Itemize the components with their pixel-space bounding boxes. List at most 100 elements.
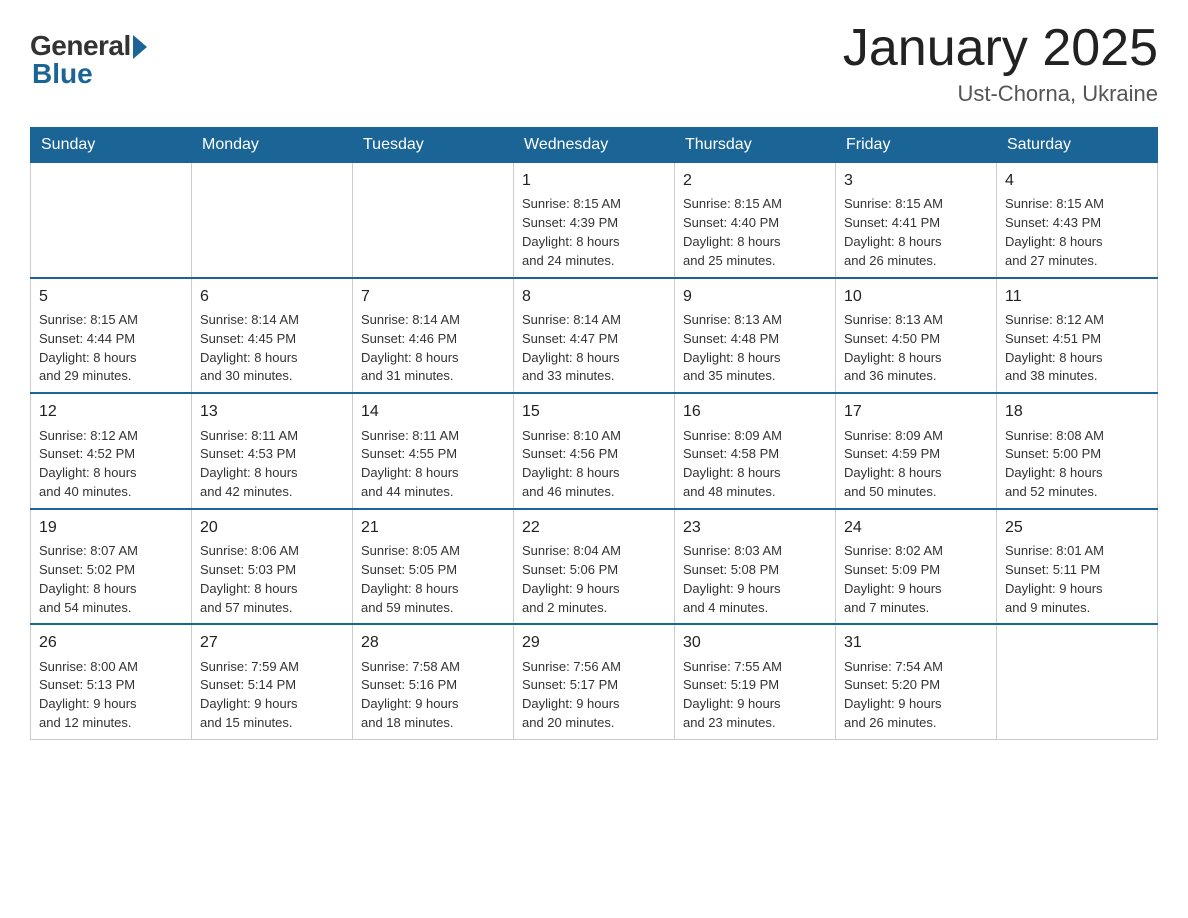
day-number: 24 [844,516,988,539]
day-info: Sunrise: 8:14 AMSunset: 4:47 PMDaylight:… [522,311,666,386]
day-number: 25 [1005,516,1149,539]
calendar-cell: 9 Sunrise: 8:13 AMSunset: 4:48 PMDaylight… [675,278,836,394]
day-number: 2 [683,169,827,192]
weekday-header-tuesday: Tuesday [353,128,514,163]
calendar-cell: 3Sunrise: 8:15 AMSunset: 4:41 PMDaylight… [836,163,997,278]
calendar-cell [353,163,514,278]
weekday-header-wednesday: Wednesday [514,128,675,163]
weekday-header-sunday: Sunday [31,128,192,163]
calendar-cell: 29 Sunrise: 7:56 AMSunset: 5:17 PMDayligh… [514,624,675,739]
day-number: 14 [361,400,505,423]
day-info: Sunrise: 8:12 AMSunset: 4:52 PMDaylight:… [39,427,183,502]
calendar-cell: 4 Sunrise: 8:15 AMSunset: 4:43 PMDaylight… [997,163,1158,278]
day-number: 29 [522,631,666,654]
calendar-cell [31,163,192,278]
day-number: 3 [844,169,988,192]
day-info: Sunrise: 8:10 AMSunset: 4:56 PMDaylight:… [522,427,666,502]
calendar-cell: 27 Sunrise: 7:59 AMSunset: 5:14 PMDayligh… [192,624,353,739]
day-number: 7 [361,285,505,308]
location-text: Ust-Chorna, Ukraine [843,81,1158,107]
day-number: 4 [1005,169,1149,192]
calendar-cell: 17 Sunrise: 8:09 AMSunset: 4:59 PMDayligh… [836,393,997,509]
calendar-cell: 23 Sunrise: 8:03 AMSunset: 5:08 PMDayligh… [675,509,836,625]
day-number: 28 [361,631,505,654]
weekday-header-friday: Friday [836,128,997,163]
day-number: 30 [683,631,827,654]
logo-arrow-icon [133,35,147,59]
day-info: Sunrise: 8:11 AMSunset: 4:53 PMDaylight:… [200,427,344,502]
calendar-cell: 11 Sunrise: 8:12 AMSunset: 4:51 PMDayligh… [997,278,1158,394]
day-info: Sunrise: 8:12 AMSunset: 4:51 PMDaylight:… [1005,311,1149,386]
calendar-table: SundayMondayTuesdayWednesdayThursdayFrid… [30,127,1158,740]
calendar-cell: 25 Sunrise: 8:01 AMSunset: 5:11 PMDayligh… [997,509,1158,625]
day-number: 21 [361,516,505,539]
day-number: 17 [844,400,988,423]
calendar-cell [192,163,353,278]
day-number: 13 [200,400,344,423]
day-info: Sunrise: 8:13 AMSunset: 4:48 PMDaylight:… [683,311,827,386]
calendar-cell: 7 Sunrise: 8:14 AMSunset: 4:46 PMDaylight… [353,278,514,394]
day-number: 31 [844,631,988,654]
calendar-header-row: SundayMondayTuesdayWednesdayThursdayFrid… [31,128,1158,163]
calendar-cell: 10Sunrise: 8:13 AMSunset: 4:50 PMDayligh… [836,278,997,394]
weekday-header-monday: Monday [192,128,353,163]
weekday-header-saturday: Saturday [997,128,1158,163]
day-info: Sunrise: 8:11 AMSunset: 4:55 PMDaylight:… [361,427,505,502]
day-number: 1 [522,169,666,192]
calendar-week-row: 1 Sunrise: 8:15 AMSunset: 4:39 PMDaylight… [31,163,1158,278]
page-header: General Blue January 2025 Ust-Chorna, Uk… [30,20,1158,107]
day-number: 16 [683,400,827,423]
calendar-cell: 16Sunrise: 8:09 AMSunset: 4:58 PMDayligh… [675,393,836,509]
calendar-cell: 18Sunrise: 8:08 AMSunset: 5:00 PMDayligh… [997,393,1158,509]
title-section: January 2025 Ust-Chorna, Ukraine [843,20,1158,107]
day-info: Sunrise: 8:02 AMSunset: 5:09 PMDaylight:… [844,542,988,617]
day-number: 23 [683,516,827,539]
calendar-cell: 2 Sunrise: 8:15 AMSunset: 4:40 PMDaylight… [675,163,836,278]
day-number: 10 [844,285,988,308]
day-info: Sunrise: 7:54 AMSunset: 5:20 PMDaylight:… [844,658,988,733]
calendar-week-row: 19 Sunrise: 8:07 AMSunset: 5:02 PMDayligh… [31,509,1158,625]
calendar-cell: 26Sunrise: 8:00 AMSunset: 5:13 PMDayligh… [31,624,192,739]
day-info: Sunrise: 8:03 AMSunset: 5:08 PMDaylight:… [683,542,827,617]
day-info: Sunrise: 7:58 AMSunset: 5:16 PMDaylight:… [361,658,505,733]
calendar-cell: 24 Sunrise: 8:02 AMSunset: 5:09 PMDayligh… [836,509,997,625]
calendar-cell: 15Sunrise: 8:10 AMSunset: 4:56 PMDayligh… [514,393,675,509]
day-number: 8 [522,285,666,308]
day-info: Sunrise: 8:14 AMSunset: 4:45 PMDaylight:… [200,311,344,386]
day-number: 27 [200,631,344,654]
calendar-cell: 22Sunrise: 8:04 AMSunset: 5:06 PMDayligh… [514,509,675,625]
day-info: Sunrise: 7:56 AMSunset: 5:17 PMDaylight:… [522,658,666,733]
calendar-week-row: 5Sunrise: 8:15 AMSunset: 4:44 PMDaylight… [31,278,1158,394]
day-number: 26 [39,631,183,654]
day-info: Sunrise: 8:15 AMSunset: 4:40 PMDaylight:… [683,195,827,270]
calendar-cell: 14 Sunrise: 8:11 AMSunset: 4:55 PMDayligh… [353,393,514,509]
calendar-cell: 19 Sunrise: 8:07 AMSunset: 5:02 PMDayligh… [31,509,192,625]
logo-blue-text: Blue [32,58,93,90]
calendar-cell: 8 Sunrise: 8:14 AMSunset: 4:47 PMDaylight… [514,278,675,394]
day-number: 18 [1005,400,1149,423]
calendar-cell: 13 Sunrise: 8:11 AMSunset: 4:53 PMDayligh… [192,393,353,509]
calendar-cell: 20 Sunrise: 8:06 AMSunset: 5:03 PMDayligh… [192,509,353,625]
month-title: January 2025 [843,20,1158,77]
day-number: 9 [683,285,827,308]
day-info: Sunrise: 8:15 AMSunset: 4:43 PMDaylight:… [1005,195,1149,270]
logo: General Blue [30,30,147,90]
day-info: Sunrise: 8:01 AMSunset: 5:11 PMDaylight:… [1005,542,1149,617]
day-number: 19 [39,516,183,539]
day-number: 11 [1005,285,1149,308]
day-info: Sunrise: 8:06 AMSunset: 5:03 PMDaylight:… [200,542,344,617]
day-number: 20 [200,516,344,539]
calendar-cell: 12Sunrise: 8:12 AMSunset: 4:52 PMDayligh… [31,393,192,509]
day-info: Sunrise: 8:07 AMSunset: 5:02 PMDaylight:… [39,542,183,617]
day-info: Sunrise: 8:05 AMSunset: 5:05 PMDaylight:… [361,542,505,617]
day-info: Sunrise: 8:09 AMSunset: 4:59 PMDaylight:… [844,427,988,502]
calendar-cell [997,624,1158,739]
day-info: Sunrise: 7:55 AMSunset: 5:19 PMDaylight:… [683,658,827,733]
day-info: Sunrise: 7:59 AMSunset: 5:14 PMDaylight:… [200,658,344,733]
day-info: Sunrise: 8:15 AMSunset: 4:39 PMDaylight:… [522,195,666,270]
day-number: 5 [39,285,183,308]
day-info: Sunrise: 8:04 AMSunset: 5:06 PMDaylight:… [522,542,666,617]
day-number: 6 [200,285,344,308]
calendar-cell: 31 Sunrise: 7:54 AMSunset: 5:20 PMDayligh… [836,624,997,739]
day-info: Sunrise: 8:14 AMSunset: 4:46 PMDaylight:… [361,311,505,386]
